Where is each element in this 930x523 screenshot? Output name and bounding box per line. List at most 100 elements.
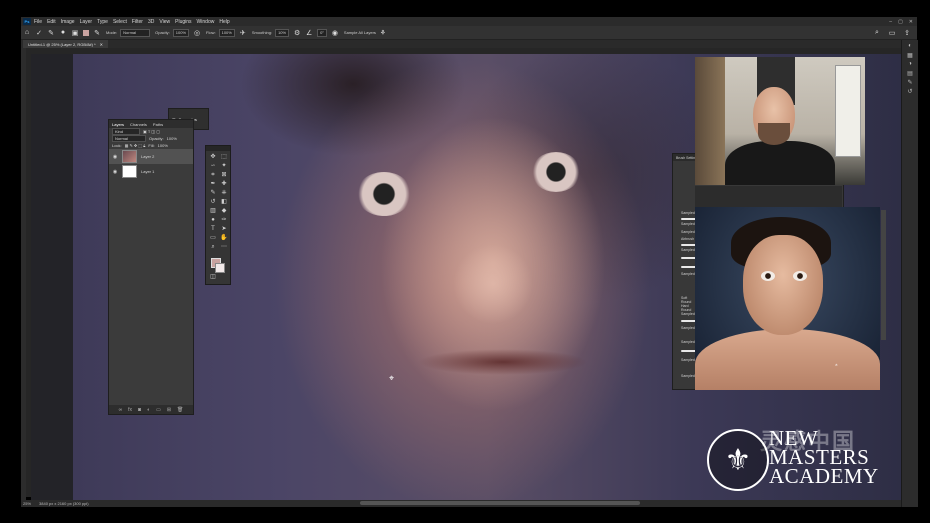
- libraries-panel-icon[interactable]: ▤: [906, 70, 914, 77]
- dodge-tool-icon[interactable]: ●: [209, 217, 217, 224]
- zoom-tool-icon[interactable]: ⌕: [209, 244, 217, 251]
- type-tool-icon[interactable]: T: [209, 226, 217, 233]
- add-mask-icon[interactable]: ◙: [138, 407, 141, 413]
- filter-icons[interactable]: ▣ T ◫ ▢: [143, 129, 160, 134]
- color-panel-icon[interactable]: ◐: [906, 43, 914, 49]
- smoothing-field[interactable]: 10%: [275, 28, 290, 37]
- quick-mask-icon[interactable]: ◫: [209, 274, 217, 281]
- delete-layer-icon[interactable]: 🗑︎: [177, 407, 183, 413]
- more-tools-icon[interactable]: ⋯: [220, 244, 228, 251]
- mode-select[interactable]: Normal: [120, 28, 151, 37]
- minimize-icon[interactable]: –: [889, 19, 892, 25]
- new-layer-icon[interactable]: ⊞: [167, 407, 171, 413]
- hand-tool-icon[interactable]: ✋: [220, 235, 228, 242]
- airbrush-icon[interactable]: ✈: [239, 29, 247, 37]
- tab-close-icon[interactable]: ✕: [100, 42, 103, 47]
- symmetry-icon[interactable]: ⚘: [379, 29, 387, 37]
- layer-filter-select[interactable]: Kind: [112, 128, 140, 135]
- checkmark-icon[interactable]: ✓: [35, 29, 43, 37]
- history-brush-icon[interactable]: ↺: [209, 199, 217, 206]
- vertical-scrollbar[interactable]: [881, 210, 886, 340]
- menu-file[interactable]: File: [34, 19, 42, 25]
- pen-tool-icon[interactable]: ✑: [220, 217, 228, 224]
- layer-row[interactable]: ◉ Layer 2: [109, 149, 193, 164]
- angle-icon[interactable]: ∠: [305, 29, 313, 37]
- menu-3d[interactable]: 3D: [148, 19, 154, 25]
- menu-image[interactable]: Image: [61, 19, 75, 25]
- pressure-opacity-icon[interactable]: ◎: [193, 29, 201, 37]
- home-icon[interactable]: ⌂: [23, 29, 31, 37]
- tab-channels[interactable]: Channels: [130, 122, 147, 127]
- document-tab[interactable]: Untitled-1 @ 25% (Layer 2, RGB/8#) * ✕: [23, 40, 109, 48]
- layer-opacity-value[interactable]: 100%: [167, 136, 177, 141]
- horizontal-scrollbar[interactable]: [360, 501, 640, 505]
- blend-mode-select[interactable]: Normal: [112, 135, 146, 142]
- smoothing-settings-icon[interactable]: ⚙: [293, 29, 301, 37]
- sample-all-layers-label[interactable]: Sample All Layers: [344, 30, 376, 35]
- adjustment-layer-icon[interactable]: ◐: [147, 407, 150, 413]
- gradient-tool-icon[interactable]: ▥: [209, 208, 217, 215]
- zoom-level[interactable]: 25%: [23, 501, 31, 506]
- new-group-icon[interactable]: ▭: [156, 407, 161, 413]
- document-tab-label: Untitled-1 @ 25% (Layer 2, RGB/8#) *: [28, 41, 96, 47]
- marquee-tool-icon[interactable]: ⬚: [220, 154, 228, 161]
- quick-select-tool-icon[interactable]: ✦: [220, 163, 228, 170]
- history-panel-icon[interactable]: ↺: [906, 88, 914, 95]
- color-swatch-icon[interactable]: [83, 29, 89, 36]
- tab-layers[interactable]: Layers: [112, 122, 124, 127]
- visibility-eye-icon[interactable]: ◉: [112, 154, 118, 160]
- menu-filter[interactable]: Filter: [132, 19, 143, 25]
- brush-tool-icon[interactable]: ✎: [209, 190, 217, 197]
- menu-help[interactable]: Help: [219, 19, 229, 25]
- menu-bar: Ps File Edit Image Layer Type Select Fil…: [21, 17, 917, 26]
- menu-plugins[interactable]: Plugins: [175, 19, 191, 25]
- swatches-panel-icon[interactable]: ▦: [906, 52, 914, 59]
- flow-field[interactable]: 100%: [218, 28, 235, 37]
- eyedropper-tool-icon[interactable]: ✒: [209, 181, 217, 188]
- workspace-icon[interactable]: ▭: [888, 29, 896, 37]
- healing-tool-icon[interactable]: ✚: [220, 181, 228, 188]
- opacity-field[interactable]: 100%: [172, 28, 190, 37]
- fill-value[interactable]: 100%: [158, 143, 168, 148]
- opacity-label: Opacity:: [155, 30, 170, 35]
- path-select-icon[interactable]: ➤: [220, 226, 228, 233]
- link-layers-icon[interactable]: ∞: [119, 407, 123, 413]
- lock-icons[interactable]: ▦ ✎ ✥ ⬚ 🔒︎: [125, 143, 146, 148]
- angle-field[interactable]: 0°: [317, 28, 327, 37]
- menu-window[interactable]: Window: [197, 19, 215, 25]
- stamp-tool-icon[interactable]: ⎈: [220, 190, 228, 197]
- maximize-icon[interactable]: ▢: [898, 19, 903, 25]
- menu-type[interactable]: Type: [97, 19, 108, 25]
- layer-row[interactable]: ◉ Layer 1: [109, 164, 193, 179]
- blur-tool-icon[interactable]: ◆: [220, 208, 228, 215]
- menu-view[interactable]: View: [159, 19, 170, 25]
- brush-preset-icon[interactable]: ●: [59, 29, 67, 37]
- pressure-size-icon[interactable]: ◉: [331, 29, 339, 37]
- shape-tool-icon[interactable]: ▭: [209, 235, 217, 242]
- reference-photo: ☘: [695, 207, 880, 390]
- brushes-panel-icon[interactable]: ✎: [906, 79, 914, 86]
- reference-right-eye: [793, 271, 807, 281]
- menu-layer[interactable]: Layer: [80, 19, 93, 25]
- brush-tool-icon[interactable]: ✎: [47, 29, 55, 37]
- layer-style-icon[interactable]: fx: [128, 407, 132, 413]
- frame-tool-icon[interactable]: ⊠: [220, 172, 228, 179]
- move-tool-icon[interactable]: ✥: [209, 154, 217, 161]
- visibility-eye-icon[interactable]: ◉: [112, 169, 118, 175]
- adjustments-panel-icon[interactable]: ◑: [906, 61, 914, 67]
- menu-edit[interactable]: Edit: [47, 19, 56, 25]
- tools-panel: ✥ ⬚ ∽ ✦ ⌗ ⊠ ✒ ✚ ✎ ⎈ ↺ ◧ ▥ ◆ ● ✑ T ➤ ▭ ✋ …: [205, 145, 231, 285]
- crop-tool-icon[interactable]: ⌗: [209, 172, 217, 179]
- new-masters-academy-logo: ⚜ NEW MASTERS ACADEMY: [705, 421, 895, 501]
- close-icon[interactable]: ✕: [909, 19, 913, 25]
- share-icon[interactable]: ⇪: [903, 29, 911, 37]
- search-icon[interactable]: ⌕: [873, 29, 881, 37]
- document-info[interactable]: 3840 px x 2160 px (300 ppi): [39, 501, 89, 506]
- eraser-tool-icon[interactable]: ◧: [220, 199, 228, 206]
- brush-settings-toggle-icon[interactable]: ▣: [71, 29, 79, 37]
- tab-paths[interactable]: Paths: [153, 122, 163, 127]
- lasso-tool-icon[interactable]: ∽: [209, 163, 217, 170]
- brush-icon[interactable]: ✎: [93, 29, 101, 37]
- menu-select[interactable]: Select: [113, 19, 127, 25]
- background-color-swatch[interactable]: [215, 263, 225, 273]
